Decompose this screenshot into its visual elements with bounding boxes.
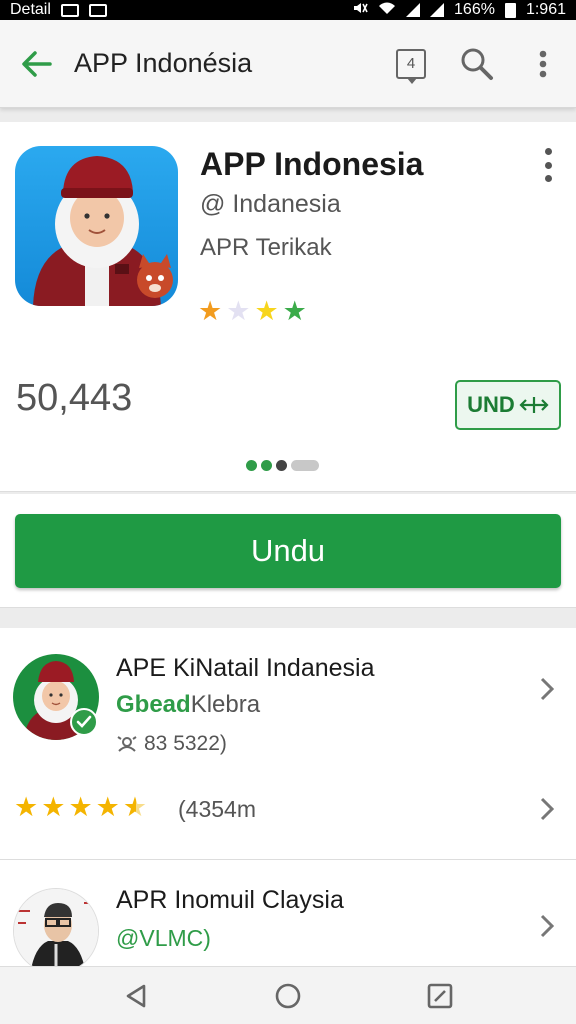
back-nav-icon <box>126 984 146 1007</box>
back-button[interactable] <box>0 20 72 108</box>
app-more-button[interactable] <box>534 148 562 182</box>
screenshot-pager <box>246 460 319 471</box>
home-nav-icon <box>275 983 301 1008</box>
verified-icon <box>70 708 98 736</box>
list-item-meta: 83 5322) <box>116 732 227 756</box>
gallery-notification-icon <box>88 3 107 17</box>
star-icon: ★ <box>95 792 120 822</box>
system-nav-bar <box>0 966 576 1024</box>
install-button[interactable]: Undu <box>15 514 561 588</box>
downloads-icon <box>117 736 137 752</box>
list-item-subtitle: @VLMC) <box>116 925 211 951</box>
nav-recents-button[interactable] <box>410 967 470 1024</box>
status-bar: Detail 166% 1:961 <box>0 0 576 20</box>
signal-icon-2 <box>430 3 445 17</box>
list-item-meta-text: 83 5322) <box>144 732 227 755</box>
download-count: 50,443 <box>16 377 133 419</box>
star-icon: ★ <box>226 296 251 326</box>
nav-home-button[interactable] <box>258 967 318 1024</box>
avatar <box>13 888 99 974</box>
battery-percent: 166% <box>454 1 495 18</box>
star-icon: ★ <box>282 296 307 326</box>
search-button[interactable] <box>444 20 510 108</box>
app-detail-card: APP Indonesia @ Indanesia APR Terikak ★ … <box>0 122 576 492</box>
app-title: APP Indonesia <box>200 146 424 182</box>
chevron-right-icon[interactable] <box>536 914 558 938</box>
notification-badge-icon: 4 <box>396 48 426 84</box>
recents-nav-icon <box>427 983 453 1008</box>
notification-count: 4 <box>406 55 416 72</box>
list-item[interactable]: APE KiNatail Indanesia Gbead Klebra 83 5… <box>0 628 576 860</box>
app-developer[interactable]: @ Indanesia <box>200 190 341 219</box>
star-icon: ★ <box>41 792 66 822</box>
und-button-label: UND <box>467 392 515 417</box>
related-apps-list: APE KiNatail Indanesia Gbead Klebra 83 5… <box>0 628 576 974</box>
list-item-subtitle: Gbead Klebra <box>116 691 260 719</box>
overflow-menu-button[interactable] <box>510 20 576 108</box>
more-vert-icon <box>539 50 547 77</box>
list-item-subtitle-gray: Klebra <box>190 691 261 718</box>
list-item-rating: ★ ★ ★ ★ ★ <box>14 794 147 821</box>
image-notification-icon <box>60 3 79 17</box>
app-rating-stars: ★ ★ ★ ★ <box>198 298 307 325</box>
app-bar-title: APP Indonésia <box>74 48 253 78</box>
star-icon: ★ <box>14 792 39 822</box>
star-icon: ★ <box>198 296 223 326</box>
search-icon <box>461 48 493 80</box>
list-item-review-count: (4354m <box>178 796 256 822</box>
signal-icon-1 <box>406 3 421 17</box>
expand-arrows-icon <box>519 397 549 413</box>
app-icon[interactable] <box>15 146 178 306</box>
clock: 1:961 <box>525 1 566 18</box>
star-icon: ★ <box>68 792 93 822</box>
mute-icon <box>352 1 368 20</box>
star-icon: ★ <box>254 296 279 326</box>
nav-back-button[interactable] <box>106 967 166 1024</box>
half-star-icon: ★ <box>122 792 148 822</box>
battery-icon <box>504 2 516 18</box>
list-item-title: APR Inomuil Claysia <box>116 886 344 914</box>
list-item-subtitle-green: Gbead <box>116 691 191 718</box>
status-left-text: Detail <box>10 1 51 18</box>
chevron-right-icon[interactable] <box>536 677 558 701</box>
app-bar: APP Indonésia 4 <box>0 20 576 108</box>
wifi-icon <box>378 1 396 20</box>
app-category[interactable]: APR Terikak <box>200 234 332 262</box>
install-section: Undu <box>0 494 576 608</box>
list-item-title: APE KiNatail Indanesia <box>116 654 375 682</box>
und-button[interactable]: UND <box>455 380 561 430</box>
notifications-button[interactable]: 4 <box>378 20 444 108</box>
back-arrow-icon <box>22 50 52 77</box>
chevron-right-icon[interactable] <box>536 797 558 821</box>
